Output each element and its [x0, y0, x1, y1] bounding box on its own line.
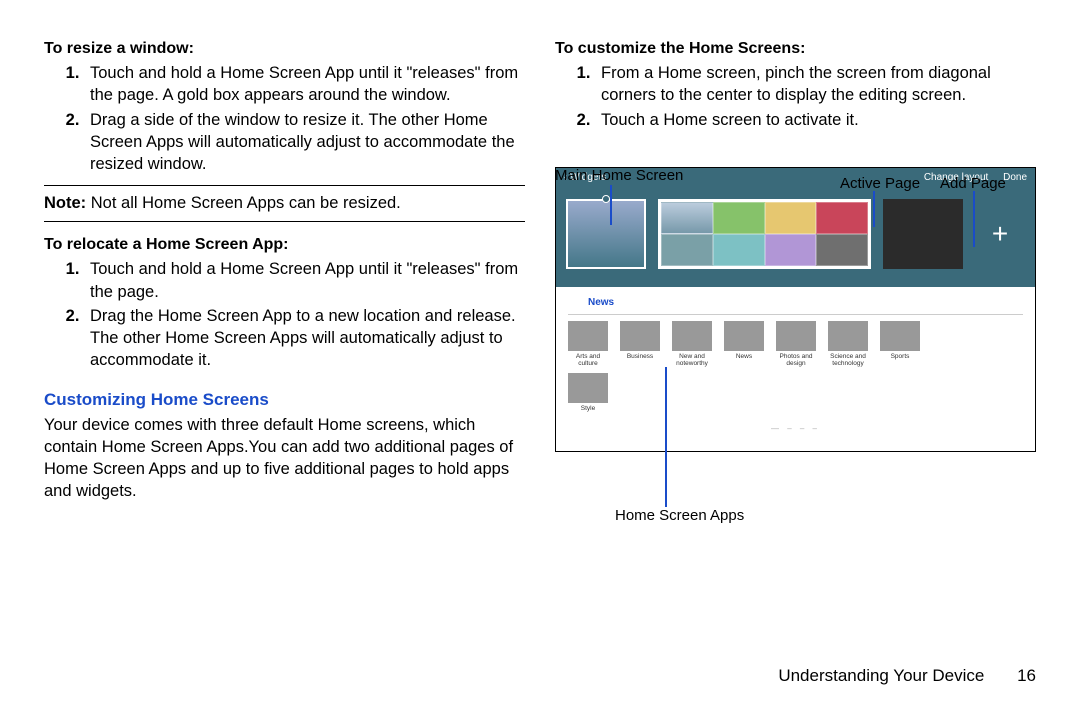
ann-home-screen-apps: Home Screen Apps	[615, 507, 744, 524]
ann-active-page: Active Page	[840, 175, 920, 192]
relocate-step-2: Drag the Home Screen App to a new locati…	[84, 305, 525, 372]
customizing-title: Customizing Home Screens	[44, 390, 525, 410]
figure-wrap: Main Home Screen Active Page Add Page ‹ …	[555, 167, 1036, 452]
widget-row-2: Style	[568, 373, 1023, 412]
page-thumbnails: +	[556, 187, 1035, 287]
home-screen-figure: ‹ Widgets Change layout Done + News	[555, 167, 1036, 452]
resize-note: Note: Not all Home Screen Apps can be re…	[44, 194, 525, 213]
relocate-step-1: Touch and hold a Home Screen App until i…	[84, 258, 525, 303]
add-page-button[interactable]: +	[975, 199, 1025, 269]
callout-line	[610, 185, 612, 225]
ann-add-page: Add Page	[940, 175, 1006, 192]
relocate-steps: Touch and hold a Home Screen App until i…	[44, 258, 525, 371]
resize-steps: Touch and hold a Home Screen App until i…	[44, 62, 525, 175]
widget-gallery: News Arts and culture Business New and n…	[556, 287, 1035, 451]
page-number: 16	[1017, 666, 1036, 685]
relocate-heading: To relocate a Home Screen App:	[44, 236, 525, 254]
widget-tile[interactable]: Sports	[880, 321, 920, 367]
widget-tile[interactable]: Business	[620, 321, 660, 367]
active-page-thumb[interactable]	[658, 199, 871, 269]
news-category-label: News	[568, 295, 1023, 315]
resize-step-2: Drag a side of the window to resize it. …	[84, 109, 525, 176]
widget-tile[interactable]: Arts and culture	[568, 321, 608, 367]
main-home-thumb[interactable]	[566, 199, 646, 269]
divider	[44, 185, 525, 186]
resize-heading: To resize a window:	[44, 40, 525, 58]
customize-step-1: From a Home screen, pinch the screen fro…	[595, 62, 1036, 107]
chapter-title: Understanding Your Device	[778, 666, 984, 685]
page-thumb[interactable]	[883, 199, 963, 269]
home-indicator-icon	[602, 195, 610, 203]
callout-line	[973, 191, 975, 247]
customize-heading: To customize the Home Screens:	[555, 40, 1036, 58]
callout-line	[665, 367, 667, 507]
resize-step-1: Touch and hold a Home Screen App until i…	[84, 62, 525, 107]
right-column: To customize the Home Screens: From a Ho…	[555, 40, 1036, 503]
plus-icon: +	[992, 218, 1008, 250]
callout-line	[873, 191, 875, 227]
customizing-body: Your device comes with three default Hom…	[44, 414, 525, 503]
ann-main-home-screen: Main Home Screen	[555, 167, 683, 184]
widget-tile[interactable]: Photos and design	[776, 321, 816, 367]
left-column: To resize a window: Touch and hold a Hom…	[44, 40, 525, 503]
done-button[interactable]: Done	[1003, 172, 1027, 183]
widget-tile[interactable]: New and noteworthy	[672, 321, 712, 367]
page-indicator: — – – –	[568, 424, 1023, 433]
page-footer: Understanding Your Device 16	[778, 666, 1036, 686]
customize-steps: From a Home screen, pinch the screen fro…	[555, 62, 1036, 131]
widget-row-1: Arts and culture Business New and notewo…	[568, 321, 1023, 367]
widget-tile[interactable]: News	[724, 321, 764, 367]
divider	[44, 221, 525, 222]
widget-tile[interactable]: Science and technology	[828, 321, 868, 367]
widget-tile[interactable]: Style	[568, 373, 608, 412]
customize-step-2: Touch a Home screen to activate it.	[595, 109, 1036, 131]
